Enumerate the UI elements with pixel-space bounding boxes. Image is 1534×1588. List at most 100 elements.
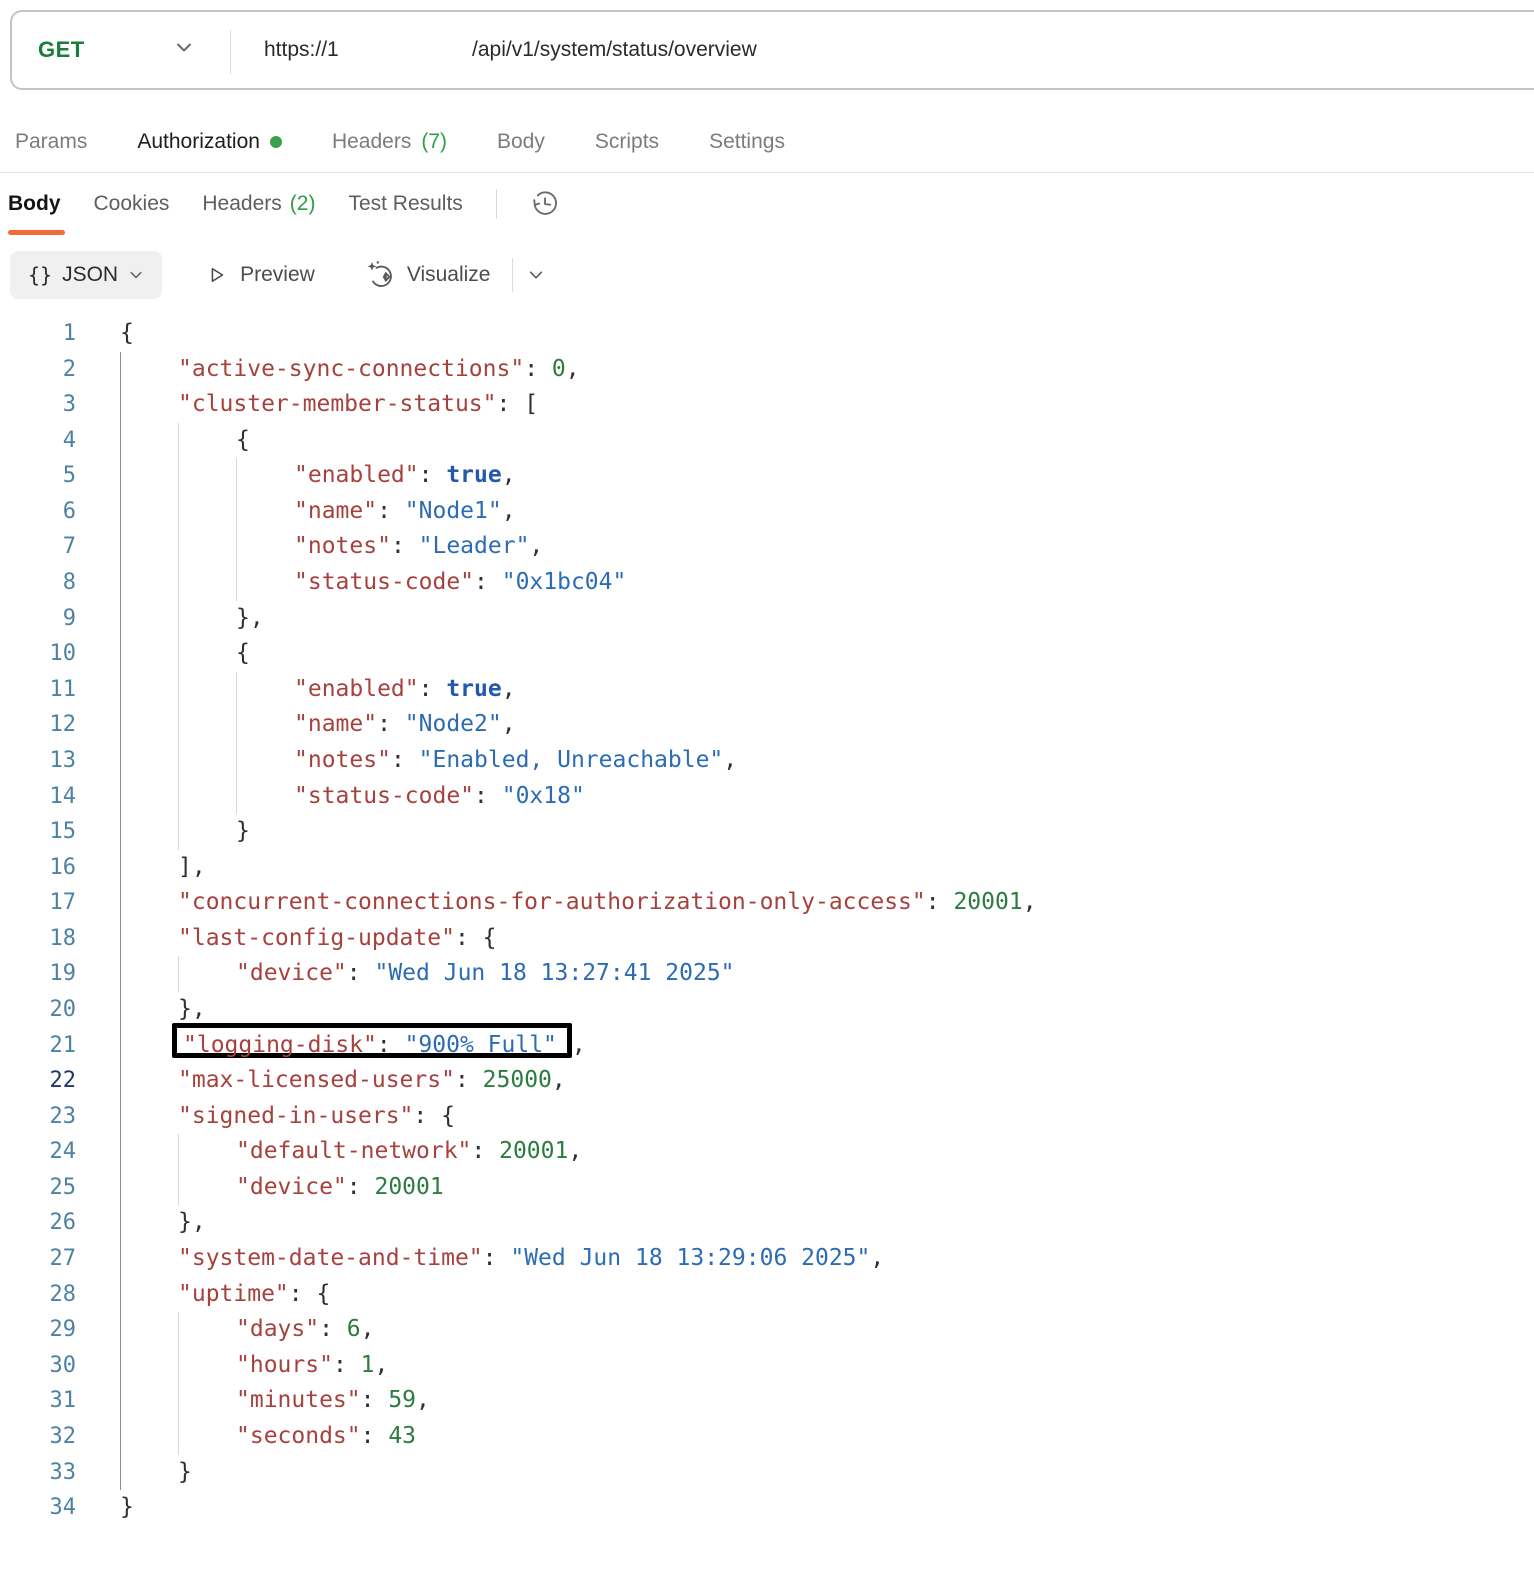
json-token-n: 20001 bbox=[374, 1173, 444, 1200]
request-tab-label: Settings bbox=[709, 130, 785, 153]
history-clock-icon bbox=[533, 191, 557, 215]
code-line: 26}, bbox=[0, 1205, 1534, 1242]
code-line-content: "concurrent-connections-for-authorizatio… bbox=[120, 885, 1037, 921]
code-line-content: "logging-disk": "900% Full", bbox=[120, 1022, 586, 1064]
json-token-k: "system-date-and-time" bbox=[178, 1245, 483, 1272]
code-line-content: "active-sync-connections": 0, bbox=[120, 351, 580, 388]
code-line: 14 "status-code": "0x18" bbox=[0, 778, 1534, 815]
line-number: 20 bbox=[49, 996, 77, 1022]
request-tab-scripts[interactable]: Scripts bbox=[595, 130, 659, 154]
indent-guide bbox=[120, 742, 178, 779]
response-tab-label: Body bbox=[8, 192, 61, 215]
json-token-p: } bbox=[236, 818, 250, 845]
response-tab-test-results[interactable]: Test Results bbox=[348, 192, 462, 216]
response-tab-label: Cookies bbox=[93, 192, 170, 215]
line-number: 23 bbox=[49, 1103, 77, 1129]
indent-guide bbox=[120, 529, 178, 566]
response-tabs: Body Cookies Headers (2) Test Results bbox=[8, 180, 560, 228]
url-path-text[interactable]: /api/v1/system/status/overview bbox=[472, 38, 757, 62]
json-token-k: "minutes" bbox=[236, 1387, 361, 1414]
json-token-p: : bbox=[418, 462, 447, 489]
json-token-k: "seconds" bbox=[236, 1422, 361, 1449]
line-number: 14 bbox=[49, 783, 77, 809]
json-token-n: 20001 bbox=[953, 889, 1023, 916]
line-number: 2 bbox=[62, 356, 76, 382]
json-token-p: : bbox=[376, 1031, 405, 1058]
method-selector[interactable]: GET bbox=[38, 37, 85, 63]
indent-guide bbox=[120, 1027, 178, 1064]
json-token-p: }, bbox=[236, 604, 264, 631]
request-tab-params[interactable]: Params bbox=[15, 130, 87, 154]
request-tab-label: Headers bbox=[331, 130, 412, 153]
code-line-content: "minutes": 59, bbox=[120, 1383, 430, 1419]
code-line-content: }, bbox=[120, 1205, 206, 1242]
indent-guide bbox=[120, 814, 178, 850]
json-token-k: "signed-in-users" bbox=[178, 1102, 414, 1129]
indent-guide bbox=[120, 1454, 178, 1491]
code-line: 13 "notes": "Enabled, Unreachable", bbox=[0, 742, 1534, 779]
code-line: 19 "device": "Wed Jun 18 13:27:41 2025" bbox=[0, 956, 1534, 992]
indent-guide bbox=[178, 1383, 236, 1419]
indent-guide bbox=[178, 600, 236, 637]
json-token-p: : bbox=[482, 1245, 511, 1272]
indent-guide bbox=[178, 422, 236, 459]
code-line-content: ], bbox=[120, 849, 206, 886]
indent-guide bbox=[236, 493, 294, 530]
request-tab-body[interactable]: Body bbox=[497, 130, 545, 154]
json-token-n: 0 bbox=[551, 355, 566, 382]
json-token-k: "last-config-update" bbox=[178, 924, 455, 951]
code-line: 21 "logging-disk": "900% Full", bbox=[0, 1022, 1534, 1064]
request-tab-headers[interactable]: Headers (7) bbox=[332, 130, 447, 154]
code-line: 17 "concurrent-connections-for-authorizat… bbox=[0, 885, 1534, 921]
line-number: 8 bbox=[62, 570, 76, 596]
code-line-content: "enabled": true, bbox=[120, 671, 516, 708]
code-line-content: }, bbox=[120, 600, 264, 637]
json-token-n: 20001 bbox=[499, 1138, 569, 1165]
chevron-down-icon[interactable] bbox=[174, 38, 194, 63]
indent-guide bbox=[178, 742, 236, 779]
json-token-p: , bbox=[501, 675, 516, 702]
json-token-p: , bbox=[529, 533, 544, 560]
preview-button[interactable]: Preview bbox=[206, 263, 315, 287]
request-tab-settings[interactable]: Settings bbox=[709, 130, 785, 154]
line-number: 29 bbox=[49, 1317, 77, 1343]
history-button[interactable] bbox=[530, 189, 560, 219]
format-selector[interactable]: {} JSON bbox=[10, 251, 163, 299]
code-line: 5 "enabled": true, bbox=[0, 458, 1534, 494]
request-tab-authorization[interactable]: Authorization bbox=[137, 130, 282, 154]
json-token-p: : bbox=[360, 1387, 389, 1414]
code-line: 4{ bbox=[0, 422, 1534, 459]
indent-guide bbox=[120, 1418, 178, 1455]
highlight-box: "logging-disk": "900% Full" bbox=[172, 1022, 572, 1059]
code-line-content: "notes": "Enabled, Unreachable", bbox=[120, 742, 737, 779]
url-host-text[interactable]: https://1 bbox=[264, 38, 339, 62]
json-token-k: "uptime" bbox=[178, 1280, 289, 1307]
indent-guide bbox=[120, 422, 178, 459]
more-options-button[interactable] bbox=[527, 266, 545, 284]
toolbar-divider bbox=[512, 258, 514, 292]
indent-guide bbox=[178, 636, 236, 672]
json-token-s: "Node2" bbox=[404, 711, 502, 738]
json-token-p: : bbox=[471, 1138, 500, 1165]
code-line-content: } bbox=[120, 814, 250, 850]
line-number: 34 bbox=[49, 1495, 77, 1521]
code-line: 9}, bbox=[0, 600, 1534, 637]
code-line-content: "notes": "Leader", bbox=[120, 529, 544, 566]
visualize-button[interactable]: Visualize bbox=[365, 259, 490, 291]
json-token-p: { bbox=[120, 320, 134, 346]
code-line: 12 "name": "Node2", bbox=[0, 707, 1534, 743]
response-tab-cookies[interactable]: Cookies bbox=[94, 192, 170, 216]
request-tab-label: Body bbox=[497, 130, 545, 153]
response-tab-headers[interactable]: Headers (2) bbox=[202, 192, 315, 216]
indent-guide bbox=[236, 458, 294, 494]
indent-guide bbox=[120, 1134, 178, 1170]
json-token-k: "device" bbox=[236, 960, 347, 987]
json-token-p: , bbox=[501, 462, 516, 489]
json-token-k: "active-sync-connections" bbox=[178, 355, 525, 382]
line-number: 7 bbox=[62, 534, 76, 560]
line-number: 17 bbox=[49, 890, 77, 916]
indent-guide bbox=[120, 1347, 178, 1384]
indent-guide bbox=[120, 956, 178, 992]
response-tab-body[interactable]: Body bbox=[8, 192, 61, 216]
response-body-json[interactable]: 1{2 "active-sync-connections": 0, 3 "cluste… bbox=[0, 316, 1534, 1526]
